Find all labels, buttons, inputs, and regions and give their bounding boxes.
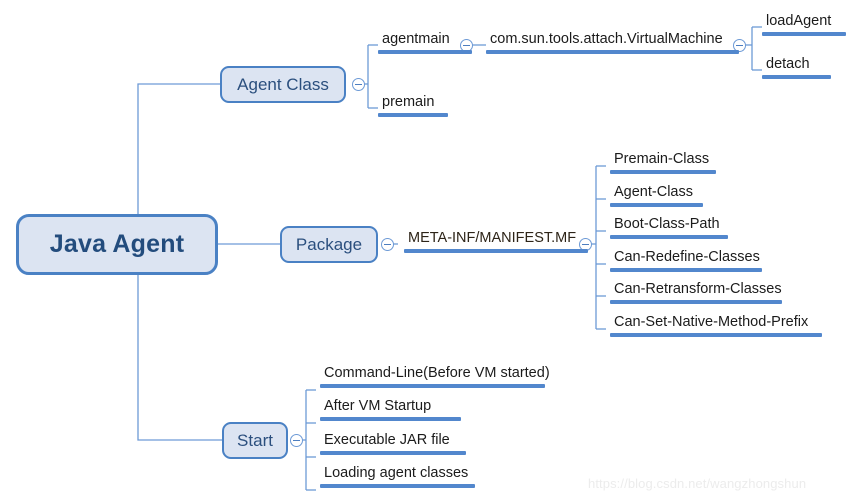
leaf-can-set-native-method-prefix[interactable]: Can-Set-Native-Method-Prefix	[610, 314, 822, 337]
leaf-after-vm-startup[interactable]: After VM Startup	[320, 398, 461, 421]
leaf-underline	[320, 417, 461, 421]
leaf-underline	[404, 249, 588, 253]
collapse-handle-agent-class[interactable]	[352, 78, 365, 91]
leaf-label-can-retransform-classes: Can-Retransform-Classes	[614, 281, 782, 297]
leaf-label-loading-agent-classes: Loading agent classes	[324, 465, 469, 481]
leaf-label-premain: premain	[382, 94, 435, 110]
leaf-underline	[320, 451, 466, 455]
leaf-underline	[762, 32, 846, 36]
watermark-text: https://blog.csdn.net/wangzhongshun	[588, 476, 807, 491]
branch-node-agent-class[interactable]: Agent Class	[220, 66, 346, 103]
leaf-underline	[320, 384, 545, 388]
leaf-label-executable-jar-file: Executable JAR file	[324, 432, 450, 448]
leaf-label-detach: detach	[766, 56, 810, 72]
leaf-label-manifest: META-INF/MANIFEST.MF	[408, 230, 577, 246]
leaf-manifest[interactable]: META-INF/MANIFEST.MF	[404, 230, 588, 253]
collapse-handle-start[interactable]	[290, 434, 303, 447]
leaf-label-boot-class-path: Boot-Class-Path	[614, 216, 720, 232]
leaf-underline	[610, 300, 782, 304]
leaf-label-virtualmachine: com.sun.tools.attach.VirtualMachine	[490, 31, 723, 47]
leaf-label-agentmain: agentmain	[382, 31, 450, 47]
leaf-underline	[762, 75, 831, 79]
branch-node-label-start: Start	[237, 430, 273, 450]
leaf-loadagent[interactable]: loadAgent	[762, 13, 846, 36]
leaf-loading-agent-classes[interactable]: Loading agent classes	[320, 465, 475, 488]
branch-node-start[interactable]: Start	[222, 422, 288, 459]
leaf-label-command-line: Command-Line(Before VM started)	[324, 365, 550, 381]
branch-node-package[interactable]: Package	[280, 226, 378, 263]
leaf-underline	[320, 484, 475, 488]
leaf-underline	[610, 170, 716, 174]
root-node-label: Java Agent	[49, 230, 185, 258]
leaf-label-loadagent: loadAgent	[766, 13, 832, 29]
leaf-underline	[378, 50, 472, 54]
leaf-underline	[610, 268, 762, 272]
leaf-underline	[610, 203, 703, 207]
leaf-underline	[610, 333, 822, 337]
leaf-label-agent-class: Agent-Class	[614, 184, 693, 200]
mindmap-canvas: Java Agent Agent Class Package Start age…	[0, 0, 856, 503]
leaf-premain-class[interactable]: Premain-Class	[610, 151, 716, 174]
leaf-agent-class[interactable]: Agent-Class	[610, 184, 703, 207]
branch-node-label-agent-class: Agent Class	[237, 74, 329, 94]
leaf-executable-jar-file[interactable]: Executable JAR file	[320, 432, 466, 455]
leaf-label-after-vm-startup: After VM Startup	[324, 398, 432, 414]
branch-node-label-package: Package	[295, 234, 363, 254]
leaf-boot-class-path[interactable]: Boot-Class-Path	[610, 216, 728, 239]
leaf-label-can-redefine-classes: Can-Redefine-Classes	[614, 249, 760, 265]
leaf-label-can-set-native-method-prefix: Can-Set-Native-Method-Prefix	[614, 314, 809, 330]
leaf-underline	[610, 235, 728, 239]
leaf-detach[interactable]: detach	[762, 56, 831, 79]
root-node-java-agent[interactable]: Java Agent	[16, 214, 218, 275]
leaf-underline	[486, 50, 739, 54]
leaf-label-premain-class: Premain-Class	[614, 151, 710, 167]
leaf-can-retransform-classes[interactable]: Can-Retransform-Classes	[610, 281, 782, 304]
leaf-virtualmachine[interactable]: com.sun.tools.attach.VirtualMachine	[486, 31, 739, 54]
collapse-handle-package[interactable]	[381, 238, 394, 251]
leaf-underline	[378, 113, 448, 117]
leaf-can-redefine-classes[interactable]: Can-Redefine-Classes	[610, 249, 762, 272]
leaf-agentmain[interactable]: agentmain	[378, 31, 472, 54]
leaf-premain[interactable]: premain	[378, 94, 448, 117]
leaf-command-line[interactable]: Command-Line(Before VM started)	[320, 365, 550, 388]
